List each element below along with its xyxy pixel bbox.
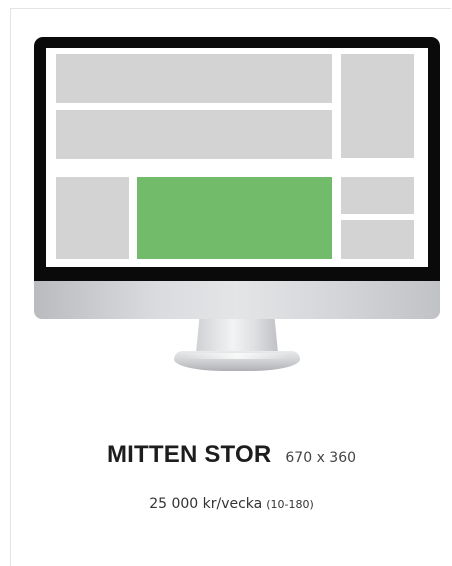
ad-slot-top-banner xyxy=(56,54,332,103)
ad-slot-right-tall xyxy=(341,54,414,158)
desktop-monitor-icon xyxy=(34,37,440,371)
monitor-chin xyxy=(34,281,440,319)
ad-slot-bottom-right-upper xyxy=(341,177,414,214)
format-price: 25 000 kr/vecka xyxy=(149,496,263,512)
ad-format-card[interactable]: MITTEN STOR 670 x 360 25 000 kr/vecka (10-… xyxy=(10,8,451,566)
ad-slot-bottom-left xyxy=(56,177,129,259)
monitor-stand-highlight xyxy=(184,353,290,359)
monitor-stand-neck xyxy=(196,319,278,353)
monitor-screen xyxy=(46,48,428,267)
format-dimensions: 670 x 360 xyxy=(285,450,357,466)
monitor-bezel xyxy=(34,37,440,281)
ad-slot-bottom-right-lower xyxy=(341,220,414,259)
format-title: MITTEN STOR xyxy=(106,441,272,468)
format-week-range: (10-180) xyxy=(266,498,314,511)
format-price-row: 25 000 kr/vecka (10-180) xyxy=(11,493,452,512)
ad-slot-middle-large-highlighted xyxy=(137,177,332,259)
format-title-row: MITTEN STOR 670 x 360 xyxy=(11,441,452,469)
ad-slot-second-banner xyxy=(56,110,332,159)
